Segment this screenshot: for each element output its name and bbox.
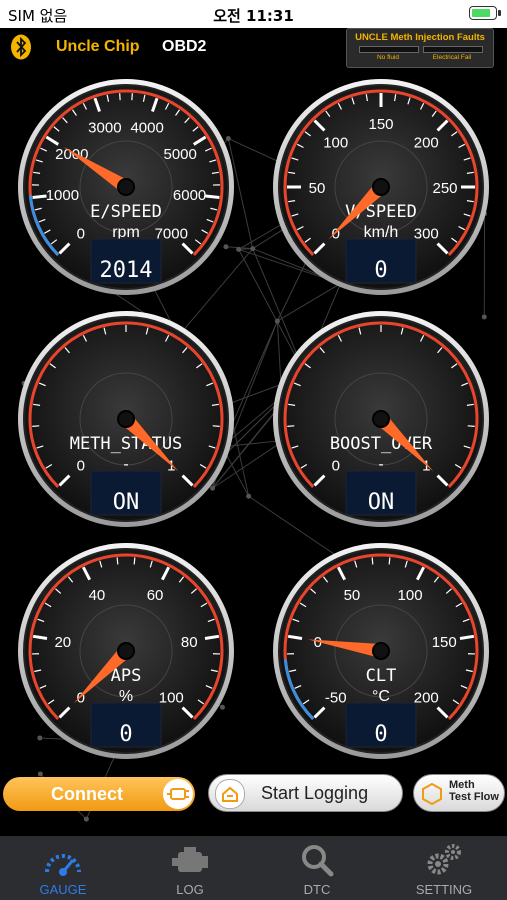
- tab-setting[interactable]: SETTING: [381, 836, 507, 900]
- tab-log-label: LOG: [176, 882, 204, 897]
- gauge-unit: -: [123, 456, 128, 473]
- gauge-icon: [45, 854, 81, 876]
- connect-label: Connect: [51, 784, 123, 804]
- meth-test-line2: Test Flow: [449, 791, 499, 803]
- meth-test-flow-button[interactable]: Meth Test Flow: [413, 774, 505, 812]
- gauge-tick-label: 150: [368, 116, 393, 133]
- gauge-tick-label: 6000: [173, 187, 206, 204]
- gauge-tick-label: 200: [414, 689, 439, 706]
- meth-test-line1: Meth: [449, 779, 475, 791]
- hexagon-icon: [420, 782, 444, 811]
- gears-icon: [427, 844, 461, 875]
- gauge-digital-value: 2014: [100, 258, 153, 283]
- gauge-tick-label: 150: [432, 634, 457, 651]
- gauge-tick-label: 100: [323, 135, 348, 152]
- gauge-tick-label: 0: [77, 225, 85, 242]
- gauge-e-speed: 0100020003000 4000500060007000E/SPEEDrpm2…: [18, 79, 234, 295]
- gauge-tick-label: 5000: [164, 146, 197, 163]
- gauge-digital-value: ON: [113, 490, 140, 515]
- gauge-tick-label: 0: [77, 457, 85, 474]
- gauge-v-speed: 050100150200250300V/SPEEDkm/h0: [273, 79, 489, 295]
- start-logging-label: Start Logging: [261, 783, 369, 803]
- gauge-tick-label: 100: [398, 587, 423, 604]
- gauge-tick-label: 1000: [46, 187, 79, 204]
- gauge-tick-label: -50: [325, 689, 347, 706]
- gauge-digital-value: 0: [374, 258, 387, 283]
- gauge-panel: 0100020003000 4000500060007000E/SPEEDrpm2…: [18, 79, 489, 759]
- gauge-unit: -: [378, 456, 383, 473]
- tab-gauge-label: GAUGE: [39, 882, 87, 897]
- gauge-unit: °C: [372, 688, 390, 705]
- gauge-digital-value: ON: [368, 490, 395, 515]
- gauge-tick-label: 50: [309, 180, 326, 197]
- gauge-unit: km/h: [364, 224, 399, 241]
- home-log-icon: [215, 779, 245, 809]
- gauge-tick-label: 300: [414, 225, 439, 242]
- engine-icon: [172, 847, 208, 872]
- tab-gauge[interactable]: GAUGE: [0, 836, 126, 900]
- tab-bar: GAUGE LOG DTC SETTING: [0, 836, 507, 900]
- gauge-unit: rpm: [112, 224, 140, 241]
- tab-dtc[interactable]: DTC: [254, 836, 380, 900]
- gauge-tick-label: 0: [332, 457, 340, 474]
- gauge-aps: 02040 6080100APS%0: [18, 543, 234, 759]
- gauge-tick-label: 3000: [88, 120, 121, 137]
- search-icon: [302, 845, 334, 877]
- gauge-tick-label: 20: [54, 634, 71, 651]
- gauge-clt: -50050 100150200CLT°C0: [273, 543, 489, 759]
- gauge-tick-label: 80: [181, 634, 198, 651]
- plug-icon: [163, 779, 193, 809]
- gauge-digital-value: 0: [119, 722, 132, 747]
- connect-button[interactable]: Connect: [3, 777, 195, 811]
- tab-setting-label: SETTING: [415, 882, 473, 897]
- tab-dtc-label: DTC: [303, 882, 331, 897]
- gauge-meth-status: 0 1METH_STATUS-ON: [18, 311, 234, 527]
- gauge-tick-label: 60: [147, 587, 164, 604]
- gauge-tick-label: 40: [89, 587, 106, 604]
- gauge-label: E/SPEED: [90, 202, 162, 222]
- gauge-unit: %: [119, 688, 133, 705]
- gauge-label: BOOST_OVER: [330, 434, 433, 454]
- gauge-label: APS: [111, 666, 142, 686]
- gauge-label: METH_STATUS: [70, 434, 183, 454]
- gauge-boost-over: 0 1BOOST_OVER-ON: [273, 311, 489, 527]
- gauge-tick-label: 50: [344, 587, 361, 604]
- gauge-tick-label: 250: [432, 180, 457, 197]
- gauge-tick-label: 100: [159, 689, 184, 706]
- action-row: Connect Start Logging Meth Test Flow: [0, 770, 507, 820]
- gauge-label: CLT: [366, 666, 397, 686]
- start-logging-button[interactable]: Start Logging: [208, 774, 403, 812]
- tab-log[interactable]: LOG: [127, 836, 253, 900]
- gauge-digital-value: 0: [374, 722, 387, 747]
- gauge-tick-label: 4000: [130, 120, 163, 137]
- gauge-tick-label: 200: [414, 135, 439, 152]
